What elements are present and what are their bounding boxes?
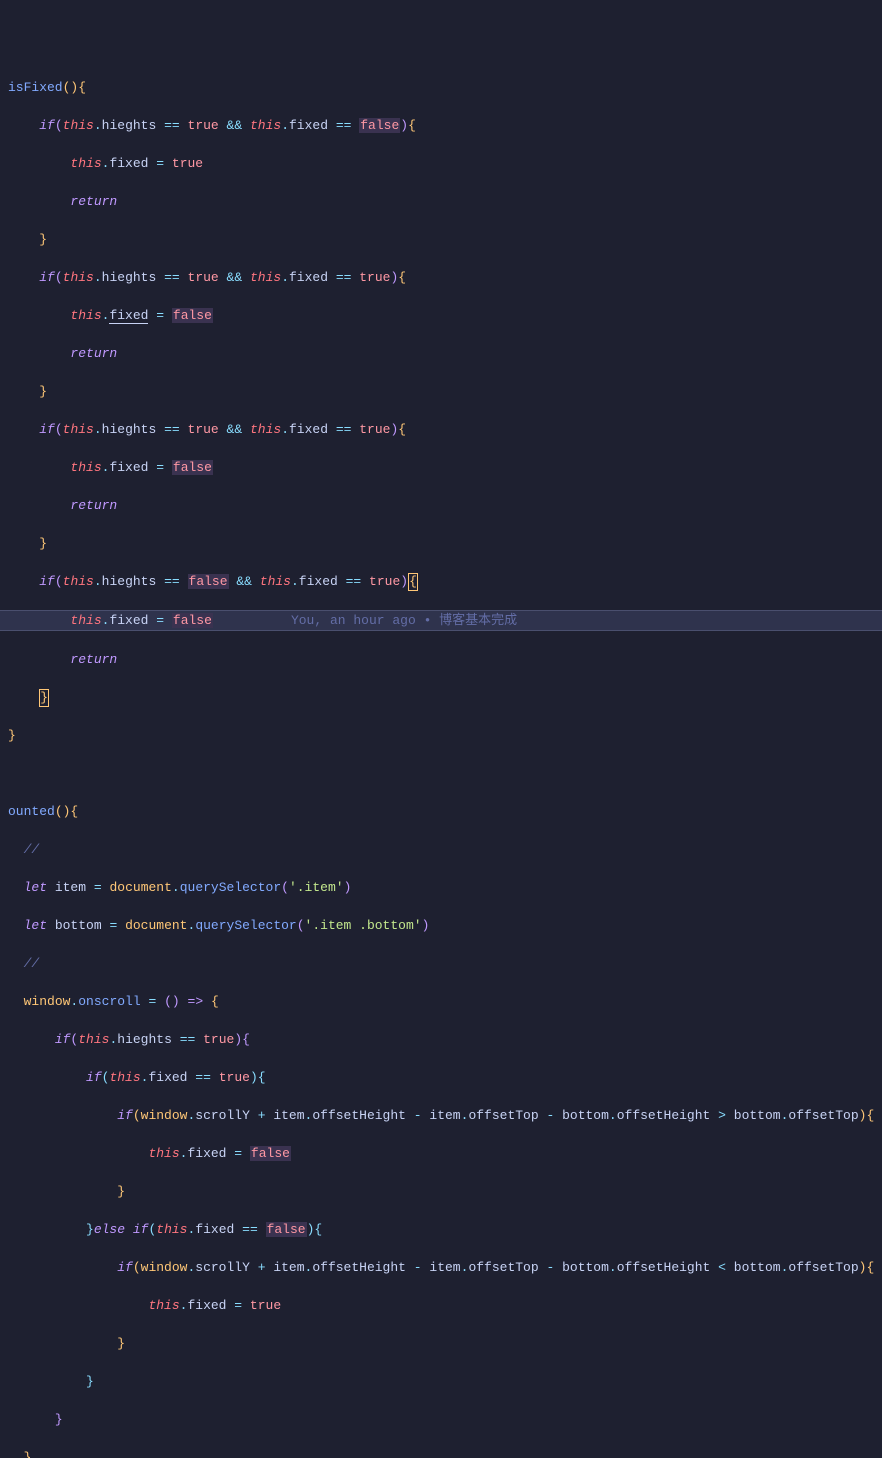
code-line[interactable]: // [0,954,882,973]
code-line[interactable]: this.fixed = false [0,1144,882,1163]
code-line[interactable]: // [0,840,882,859]
code-line[interactable]: return [0,650,882,669]
code-line[interactable]: return [0,344,882,363]
current-line[interactable]: this.fixed = false You, an hour ago • 博客… [0,610,882,631]
paren: () [63,80,79,95]
matched-brace: } [39,689,49,707]
code-line[interactable]: ounted(){ [0,802,882,821]
code-line[interactable] [0,764,882,783]
code-line[interactable]: } [0,382,882,401]
code-line[interactable]: if(this.hieghts == true && this.fixed ==… [0,420,882,439]
git-blame-annotation: You, an hour ago • 博客基本完成 [291,613,517,628]
code-line[interactable]: this.fixed = true [0,1296,882,1315]
code-line[interactable]: if(this.hieghts == false && this.fixed =… [0,572,882,591]
keyword-else: else [94,1222,125,1237]
function-name: isFixed [8,80,63,95]
comment: // [24,842,40,857]
code-line[interactable]: } [0,1410,882,1429]
matched-brace: { [408,573,418,591]
code-line[interactable]: }else if(this.fixed == false){ [0,1220,882,1239]
code-line[interactable]: } [0,1372,882,1391]
code-line[interactable]: if(this.hieghts == true){ [0,1030,882,1049]
code-line[interactable]: if(this.hieghts == true && this.fixed ==… [0,268,882,287]
code-line[interactable]: if(this.fixed == true){ [0,1068,882,1087]
code-line[interactable]: return [0,192,882,211]
code-line[interactable]: if(window.scrollY + item.offsetHeight - … [0,1106,882,1125]
code-line[interactable]: if(window.scrollY + item.offsetHeight - … [0,1258,882,1277]
code-line[interactable]: this.fixed = false [0,306,882,325]
code-line[interactable]: window.onscroll = () => { [0,992,882,1011]
comment: // [24,956,40,971]
code-line[interactable]: } [0,1334,882,1353]
code-line[interactable]: } [0,230,882,249]
keyword-return: return [70,194,117,209]
code-line[interactable]: let item = document.querySelector('.item… [0,878,882,897]
code-line[interactable]: } [0,1448,882,1458]
code-line[interactable]: let bottom = document.querySelector('.it… [0,916,882,935]
code-line[interactable]: isFixed(){ [0,78,882,97]
code-line[interactable]: } [0,534,882,553]
function-name: ounted [8,804,55,819]
code-line[interactable]: } [0,688,882,707]
code-editor[interactable]: isFixed(){ if(this.hieghts == true && th… [0,57,882,1458]
code-line[interactable]: } [0,1182,882,1201]
keyword-let: let [24,880,47,895]
code-line[interactable]: this.fixed = true [0,154,882,173]
brace: { [78,80,86,95]
code-line[interactable]: this.fixed = false [0,458,882,477]
keyword-this: this [63,118,94,133]
keyword-if: if [39,118,55,133]
code-line[interactable]: if(this.hieghts == true && this.fixed ==… [0,116,882,135]
code-line[interactable]: return [0,496,882,515]
